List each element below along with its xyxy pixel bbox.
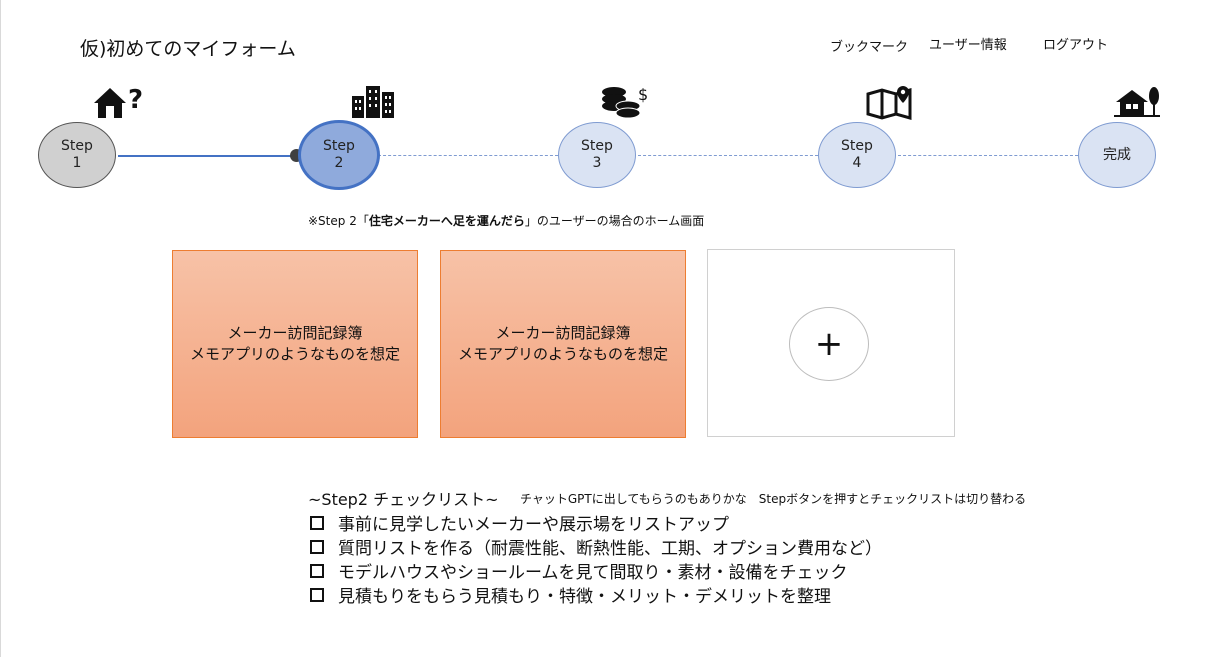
progress-connector-done xyxy=(118,155,298,157)
step-3-button[interactable]: Step 3 xyxy=(558,122,636,188)
page-title: 仮)初めてのマイフォーム xyxy=(80,38,296,60)
step-number: 3 xyxy=(592,155,602,171)
step-2-button[interactable]: Step 2 xyxy=(298,120,380,190)
checklist-item-text: 事前に見学したいメーカーや展示場をリストアップ xyxy=(338,515,729,535)
checklist-item-text: モデルハウスやショールームを見て間取り・素材・設備をチェック xyxy=(338,563,848,583)
step-complete-button[interactable]: 完成 xyxy=(1078,122,1156,188)
step-label: 完成 xyxy=(1103,146,1131,163)
progress-connector xyxy=(638,155,818,156)
coins-dollar-icon: $ xyxy=(602,85,648,119)
house-question-icon: ? xyxy=(94,85,143,118)
step-1-button[interactable]: Step 1 xyxy=(38,122,116,188)
house-tree-icon xyxy=(1114,87,1160,117)
checkbox[interactable] xyxy=(310,515,324,530)
card-title: メーカー訪問記録簿 xyxy=(227,324,363,342)
step-label: Step xyxy=(61,138,93,154)
card-title: メーカー訪問記録簿 xyxy=(495,324,631,342)
logout-link[interactable]: ログアウト xyxy=(1043,34,1108,53)
checklist-item-text: 見積もりをもらう見積もり・特徴・メリット・デメリットを整理 xyxy=(338,587,831,607)
add-card-panel: + xyxy=(707,249,955,437)
card-subtitle: メモアプリのようなものを想定 xyxy=(457,345,668,363)
bookmark-link[interactable]: ブックマーク xyxy=(830,36,908,55)
checklist-item-text: 質問リストを作る（耐震性能、断熱性能、工期、オプション費用など） xyxy=(338,539,882,559)
user-info-link[interactable]: ユーザー情報 xyxy=(929,34,1007,53)
step-4-button[interactable]: Step 4 xyxy=(818,122,896,188)
checklist-hint: チャットGPTに出してもらうのもありかな Stepボタンを押すとチェックリストは… xyxy=(520,492,1027,506)
visit-record-card[interactable]: メーカー訪問記録簿 メモアプリのようなものを想定 xyxy=(172,250,418,438)
checklist-item: 事前に見学したいメーカーや展示場をリストアップ xyxy=(310,510,729,535)
checkbox[interactable] xyxy=(310,587,324,602)
buildings-icon xyxy=(352,86,394,118)
plus-icon: + xyxy=(814,324,844,364)
checklist-item: 質問リストを作る（耐震性能、断熱性能、工期、オプション費用など） xyxy=(310,534,882,559)
step-label: Step xyxy=(323,138,355,154)
note-highlight: 住宅メーカーへ足を運んだら xyxy=(368,214,525,228)
step-label: Step xyxy=(841,138,873,154)
left-border xyxy=(0,0,1,657)
note-prefix: ※Step 2「 xyxy=(308,214,369,228)
visit-record-card[interactable]: メーカー訪問記録簿 メモアプリのようなものを想定 xyxy=(440,250,686,438)
checklist-item: 見積もりをもらう見積もり・特徴・メリット・デメリットを整理 xyxy=(310,582,831,607)
progress-connector xyxy=(378,155,558,156)
checkbox[interactable] xyxy=(310,563,324,578)
step-note: ※Step 2「住宅メーカーへ足を運んだら」のユーザーの場合のホーム画面 xyxy=(308,212,704,229)
add-button[interactable]: + xyxy=(789,307,869,381)
step-label: Step xyxy=(581,138,613,154)
step-number: 1 xyxy=(72,155,82,171)
checklist-item: モデルハウスやショールームを見て間取り・素材・設備をチェック xyxy=(310,558,848,583)
step-number: 4 xyxy=(852,155,862,171)
checkbox[interactable] xyxy=(310,539,324,554)
checklist-title: ~Step2 チェックリスト~ xyxy=(308,490,499,509)
step-number: 2 xyxy=(334,155,344,171)
note-suffix: 」のユーザーの場合のホーム画面 xyxy=(524,214,705,228)
map-pin-icon xyxy=(866,86,912,120)
progress-connector xyxy=(898,155,1078,156)
svg-text:?: ? xyxy=(128,85,143,115)
card-subtitle: メモアプリのようなものを想定 xyxy=(189,345,400,363)
svg-text:$: $ xyxy=(638,85,648,104)
